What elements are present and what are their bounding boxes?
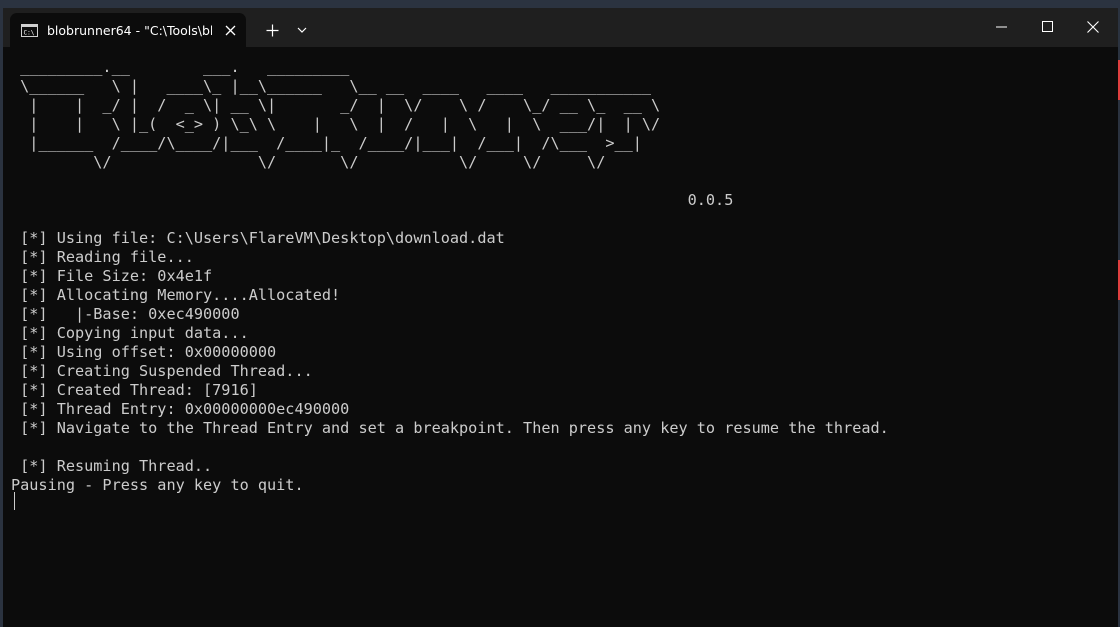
output-line: [*] Copying input data... xyxy=(11,324,249,342)
terminal-tab[interactable]: C:\ blobrunner64 - "C:\Tools\blob xyxy=(10,13,246,47)
prompt-line: Pausing - Press any key to quit. xyxy=(11,476,304,494)
window-close-button[interactable] xyxy=(1070,8,1116,45)
minimize-icon[interactable] xyxy=(978,8,1024,45)
output-line: [*] Resuming Thread.. xyxy=(11,457,213,475)
output-line: [*] |-Base: 0xec490000 xyxy=(11,305,240,323)
banner-line: | | \ |_( <_> ) \_\ \ | \ | / | \ | \ __… xyxy=(11,115,661,133)
output-line: [*] Thread Entry: 0x00000000ec490000 xyxy=(11,400,350,418)
banner-line: \______ \ | ____\_ |__\______ \__ __ ___… xyxy=(11,77,652,95)
output-line: [*] Allocating Memory....Allocated! xyxy=(11,286,341,304)
banner-line: \/ \/ \/ \/ \/ \/ xyxy=(11,153,606,171)
new-tab-button[interactable] xyxy=(261,19,283,41)
output-line: [*] Using offset: 0x00000000 xyxy=(11,343,277,361)
tab-title: blobrunner64 - "C:\Tools\blob xyxy=(47,22,212,38)
close-icon[interactable] xyxy=(221,21,239,39)
svg-text:C:\: C:\ xyxy=(24,29,35,36)
terminal-icon: C:\ xyxy=(21,23,38,37)
banner-line: | | _/ | / _ \| __ \| _/ | \/ \ / \_/ __… xyxy=(11,96,661,114)
output-line: [*] Navigate to the Thread Entry and set… xyxy=(11,419,889,437)
title-bar[interactable]: C:\ blobrunner64 - "C:\Tools\blob xyxy=(3,8,1118,47)
output-line: [*] Using file: C:\Users\FlareVM\Desktop… xyxy=(11,229,505,247)
version-line: 0.0.5 xyxy=(11,191,734,209)
banner-line: _________.__ ___. _________ xyxy=(11,58,350,76)
close-icon xyxy=(1087,20,1099,33)
chevron-down-icon[interactable] xyxy=(291,19,313,41)
output-line: [*] Creating Suspended Thread... xyxy=(11,362,313,380)
output-line: [*] Created Thread: [7916] xyxy=(11,381,258,399)
console-output[interactable]: _________.__ ___. _________ \______ \ | … xyxy=(11,58,889,495)
text-cursor xyxy=(14,492,15,510)
terminal-window: C:\ blobrunner64 - "C:\Tools\blob ______… xyxy=(3,8,1118,627)
maximize-icon[interactable] xyxy=(1024,8,1070,45)
output-line: [*] File Size: 0x4e1f xyxy=(11,267,213,285)
banner-line: |______ /____/\____/|___ /____|_ /____/|… xyxy=(11,134,642,152)
output-line: [*] Reading file... xyxy=(11,248,194,266)
